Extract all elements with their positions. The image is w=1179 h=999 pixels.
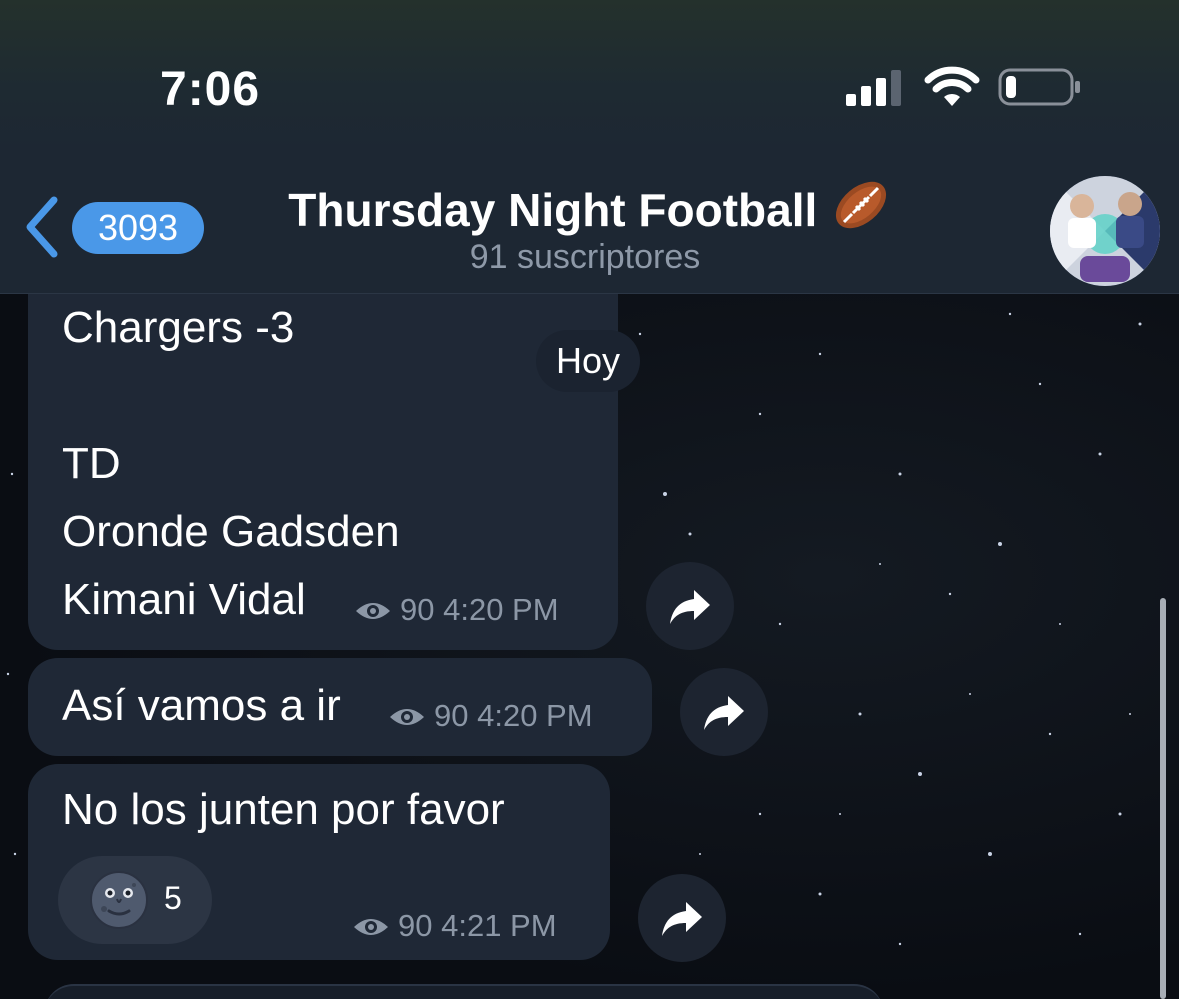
message-meta: 90 4:20 PM (354, 592, 559, 628)
message-line: TD (62, 439, 121, 488)
composer-edge (44, 984, 884, 999)
share-arrow-icon (704, 696, 744, 730)
message-line: Chargers -3 (62, 303, 295, 352)
reaction-chip[interactable]: 5 (58, 856, 212, 944)
message-line: No los junten por favor (62, 785, 505, 834)
eye-icon (390, 709, 424, 725)
new-moon-face-icon (90, 871, 148, 929)
date-separator: Hoy (536, 330, 641, 392)
view-count: 90 (398, 908, 433, 943)
reaction-count: 5 (164, 880, 182, 916)
message-meta: 90 4:21 PM (352, 908, 557, 944)
share-arrow-icon (662, 902, 702, 936)
chat-area[interactable]: Chargers -3 TD Oronde Gadsden Kimani Vid… (0, 294, 1179, 999)
subscriber-count: 91 suscriptores (469, 238, 701, 276)
scrollbar[interactable] (1160, 598, 1166, 999)
status-time: 7:06 (160, 63, 261, 116)
message-line: Oronde Gadsden (62, 507, 400, 556)
message-time: 4:20 PM (443, 592, 559, 627)
channel-title[interactable]: Thursday Night Football (288, 184, 817, 236)
message-line: Así vamos a ir (62, 681, 341, 730)
eye-icon (356, 603, 390, 619)
message-bubble[interactable]: Así vamos a ir 90 4:20 PM (28, 658, 652, 756)
channel-title-wrap[interactable]: Thursday Night Football (260, 174, 920, 237)
share-button[interactable] (680, 668, 768, 756)
view-count: 90 (434, 698, 469, 733)
unread-count-badge[interactable]: 3093 (72, 202, 204, 254)
message-meta: 90 4:20 PM (388, 698, 593, 734)
message-time: 4:20 PM (477, 698, 593, 733)
share-button[interactable] (638, 874, 726, 962)
view-count: 90 (400, 592, 435, 627)
battery-icon (998, 68, 1080, 106)
message-line: Kimani Vidal (62, 575, 306, 624)
message-bubble[interactable]: Chargers -3 TD Oronde Gadsden Kimani Vid… (28, 294, 618, 650)
chat-header: 3093 Thursday Night Football 91 suscript… (0, 150, 1179, 294)
avatar-art (1050, 176, 1160, 286)
channel-avatar[interactable] (1050, 176, 1160, 286)
eye-icon (354, 919, 388, 935)
wifi-icon (924, 66, 980, 106)
back-chevron-icon[interactable] (22, 196, 62, 258)
cellular-signal-icon (846, 70, 901, 106)
status-bar: 7:06 (0, 0, 1179, 150)
share-button[interactable] (646, 562, 734, 650)
football-icon (835, 181, 886, 229)
message-time: 4:21 PM (441, 908, 557, 943)
share-arrow-icon (670, 590, 710, 624)
